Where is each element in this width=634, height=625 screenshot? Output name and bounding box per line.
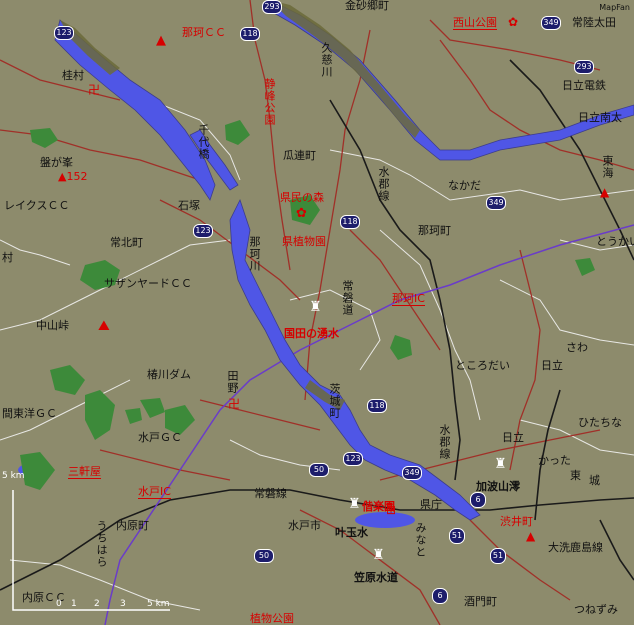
scale-tick-5: 5 km xyxy=(147,599,170,609)
route-shield-123[interactable]: 123 xyxy=(54,26,74,40)
label-hitachinaka[interactable]: ひたちな xyxy=(578,417,622,429)
label-oarai[interactable]: 大洗鹿島線 xyxy=(548,542,603,554)
label-nakada[interactable]: なかだ xyxy=(448,180,481,192)
label-hitachi[interactable]: 日立 xyxy=(541,360,563,372)
label-bangamine[interactable]: 盤が峯 xyxy=(40,157,73,169)
route-sign-6[interactable]: 6 xyxy=(432,588,448,604)
label-tsubakawa-dam[interactable]: 椿川ダム xyxy=(147,369,191,381)
label-katta[interactable]: かった xyxy=(538,455,571,467)
factory-icon: ▲ xyxy=(156,33,166,48)
label-naka-ic[interactable]: 那珂IC xyxy=(392,293,425,306)
label-southern-yard[interactable]: サザンヤードＣＣ xyxy=(104,278,192,290)
park-icon: ✿ xyxy=(508,15,519,29)
route-shield-123-c[interactable]: 123 xyxy=(343,452,363,466)
route-shield-123-b[interactable]: 123 xyxy=(193,224,213,238)
route-sign-51-b[interactable]: 51 xyxy=(490,548,506,564)
mountain-icon-2: ⛰ xyxy=(98,318,110,334)
label-kanamizu[interactable]: 加波山澪 xyxy=(476,481,520,493)
route-shield-349-c[interactable]: 349 xyxy=(402,466,422,480)
label-kenmin-forest[interactable]: 県民の森 xyxy=(280,192,324,204)
label-kunita-spring[interactable]: 国田の湧水 xyxy=(284,328,339,340)
label-joban-line[interactable]: 常磐線 xyxy=(254,488,287,500)
label-urizura[interactable]: 瓜連町 xyxy=(283,150,316,162)
label-sakai[interactable]: 城 xyxy=(589,475,600,487)
label-kencho[interactable]: 県庁 xyxy=(420,499,442,511)
label-botanical-garden[interactable]: 県植物園 xyxy=(282,236,326,248)
label-mito-gc[interactable]: 水戸ＧＣ xyxy=(138,432,182,444)
label-tsunezumi[interactable]: つねずみ xyxy=(574,604,618,616)
label-uchihara[interactable]: 内原町 xyxy=(116,520,149,532)
route-shield-118[interactable]: 118 xyxy=(240,27,260,41)
label-naka-machi[interactable]: 那珂町 xyxy=(418,225,451,237)
castle-icon: ♜ xyxy=(309,299,322,315)
label-ishizuka[interactable]: 石塚 xyxy=(178,200,200,212)
label-sakamon[interactable]: 酒門町 xyxy=(464,596,497,608)
label-tokai[interactable]: 東海 xyxy=(601,155,614,179)
route-shield-293-east[interactable]: 293 xyxy=(574,60,594,74)
label-chiyobashi[interactable]: 千代橋 xyxy=(197,124,210,160)
label-naka-cc[interactable]: 那珂ＣＣ xyxy=(182,27,226,39)
route-shield-349-b[interactable]: 349 xyxy=(486,196,506,210)
route-shield-118-c[interactable]: 118 xyxy=(367,399,387,413)
park-icon-2: ✿ xyxy=(296,206,307,221)
label-naka-river[interactable]: 那珂川 xyxy=(248,236,261,272)
label-tokoroda[interactable]: ところだい xyxy=(455,360,510,372)
route-shield-349[interactable]: 349 xyxy=(541,16,561,30)
label-toukai-kana[interactable]: とうかい xyxy=(596,236,634,248)
castle-icon-2: ♜ xyxy=(494,456,507,472)
label-nishiyama-park[interactable]: 西山公園 xyxy=(453,17,497,30)
factory-icon-2: ▲ xyxy=(600,185,610,199)
scale-tick-0: 0 xyxy=(56,599,62,609)
label-kasahara-suido[interactable]: 笠原水道 xyxy=(354,572,398,584)
label-mito-ic[interactable]: 水戸IC xyxy=(138,486,171,499)
school-icon: ⊞ xyxy=(386,503,397,517)
factory-icon-3: ▲ xyxy=(526,529,536,543)
label-shizumine-park[interactable]: 静峰公園 xyxy=(263,78,276,126)
temple-icon-2: 卍 xyxy=(88,83,101,97)
label-mito-city[interactable]: 水戸市 xyxy=(288,520,321,532)
label-katsura[interactable]: 桂村 xyxy=(62,70,84,82)
temple-icon: 卍 xyxy=(228,397,241,411)
label-nakayama-pass[interactable]: 中山峠 xyxy=(36,320,69,332)
credit-label: MapFan xyxy=(599,3,630,12)
label-joban-expressway[interactable]: 常磐道 xyxy=(341,280,354,316)
scale-tick-2: 2 xyxy=(94,599,100,609)
route-sign-6-b[interactable]: 6 xyxy=(470,492,486,508)
label-mammoto-gc[interactable]: 間東洋ＧＣ xyxy=(2,408,57,420)
label-suigun-line[interactable]: 水郡線 xyxy=(377,166,390,202)
castle-icon-3: ♜ xyxy=(348,496,361,512)
label-sawa[interactable]: さわ xyxy=(566,342,588,354)
route-shield-118-b[interactable]: 118 xyxy=(340,215,360,229)
label-kinsago[interactable]: 金砂郷町 xyxy=(345,0,389,12)
label-lakes-cc[interactable]: レイクスＣＣ xyxy=(4,200,69,212)
label-hitachiota[interactable]: 常陸太田 xyxy=(572,17,616,29)
label-sankenya[interactable]: 三軒屋 xyxy=(68,466,101,479)
label-suigun-line-2[interactable]: 水郡線 xyxy=(438,424,451,460)
scale-tick-3: 3 xyxy=(120,599,126,609)
route-shield-50-b[interactable]: 50 xyxy=(254,549,274,563)
scale-label: 5 km xyxy=(2,471,25,481)
label-hitachi-2[interactable]: 日立 xyxy=(502,432,524,444)
label-kanou-tamamizu[interactable]: 叶玉水 xyxy=(335,527,368,539)
label-kuji-river[interactable]: 久慈川 xyxy=(320,42,333,78)
label-johoku[interactable]: 常北町 xyxy=(110,237,143,249)
route-sign-51[interactable]: 51 xyxy=(449,528,465,544)
castle-icon-4: ♜ xyxy=(372,547,385,563)
label-ibaraki-machi[interactable]: 茨城町 xyxy=(328,383,341,419)
label-hitachi-minami[interactable]: 日立南太 xyxy=(578,112,622,124)
route-shield-293[interactable]: 293 xyxy=(262,0,282,14)
route-shield-50[interactable]: 50 xyxy=(309,463,329,477)
label-shibui[interactable]: 渋井町 xyxy=(500,516,533,528)
label-botanical-park[interactable]: 植物公園 xyxy=(250,613,294,625)
label-tano[interactable]: 田野 xyxy=(226,370,239,394)
label-bangamine-height: ▲152 xyxy=(58,170,88,183)
label-hitachi-dentetsu[interactable]: 日立電鉄 xyxy=(562,80,606,92)
map-canvas[interactable]: MapFan 293 123 118 349 293 349 118 123 1… xyxy=(0,0,634,625)
scale-tick-1: 1 xyxy=(71,599,77,609)
label-uchihara-kana[interactable]: うちはら xyxy=(95,520,108,568)
label-muro[interactable]: 村 xyxy=(2,252,13,264)
label-minato[interactable]: みなと xyxy=(414,522,427,558)
label-east[interactable]: 東 xyxy=(570,470,581,482)
